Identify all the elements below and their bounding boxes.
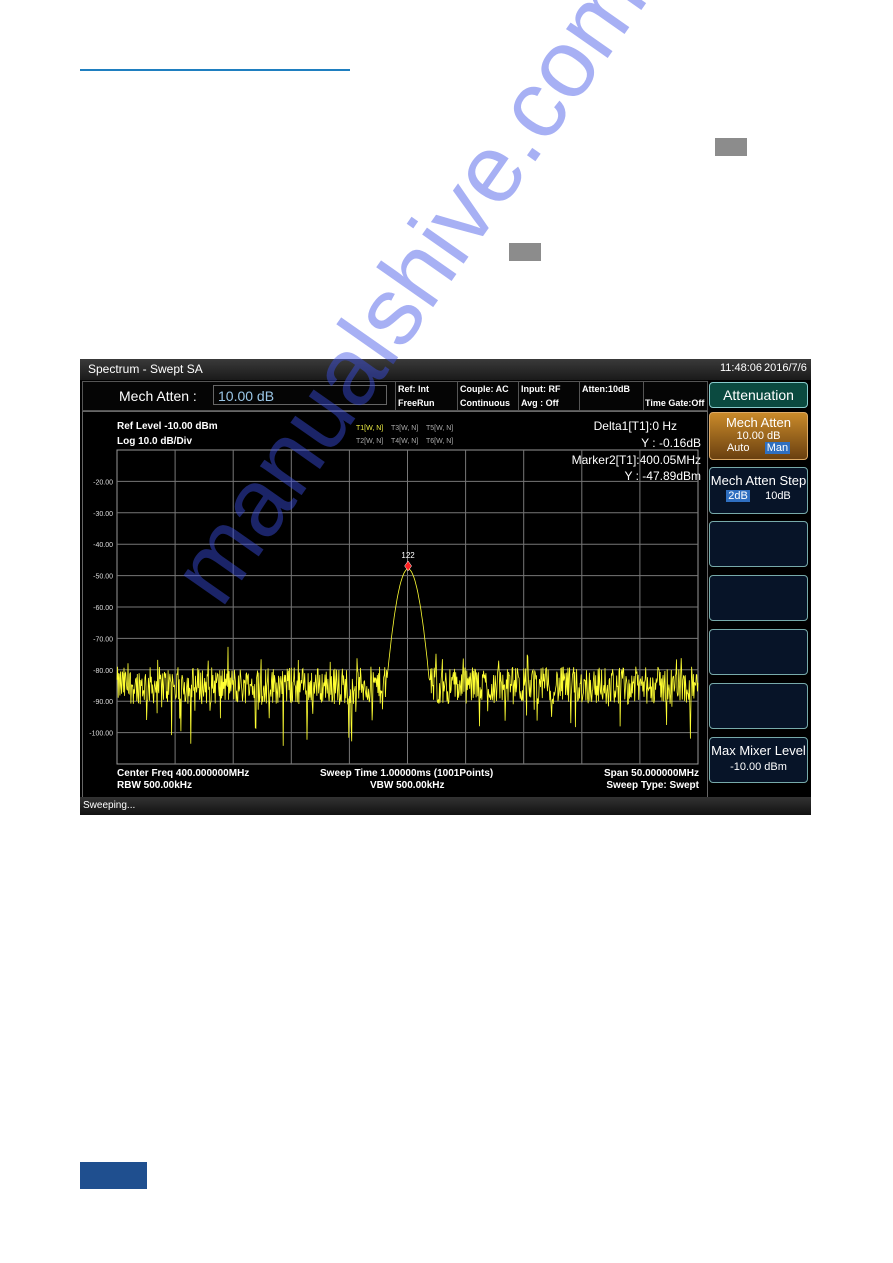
marker-label: 122: [401, 551, 415, 560]
softkey-value: 10.00 dB: [736, 430, 781, 442]
spectrum-plot[interactable]: -20.00 -30.00 -40.00 -50.00 -60.00 -70.00 -80.…: [83, 412, 707, 798]
y-tick-label: -70.00: [93, 636, 113, 643]
softkey-label: Max Mixer Level: [711, 743, 806, 758]
softkey-empty[interactable]: [709, 629, 808, 675]
cell-divider: [518, 382, 519, 410]
manual-page: Spectrum - Swept SA 11:48:06 2016/7/6 Me…: [0, 0, 893, 1263]
y-tick-label: -100.00: [89, 731, 113, 738]
vbw: VBW 500.00kHz: [370, 780, 445, 791]
status-cell: Continuous: [460, 398, 510, 408]
rbw: RBW 500.00kHz: [117, 780, 193, 791]
status-cell: Time Gate:Off: [645, 398, 705, 408]
softkey-empty[interactable]: [709, 683, 808, 729]
mech-atten-softkey[interactable]: Mech Atten 10.00 dB Auto Man: [709, 412, 808, 460]
key-icon: [715, 138, 747, 156]
softkey-label: Mech Atten: [725, 415, 792, 430]
span: Span 50.000000MHz: [603, 768, 699, 779]
max-mixer-level-softkey[interactable]: Max Mixer Level -10.00 dBm: [709, 737, 808, 783]
softkey-menu-title: Attenuation: [709, 382, 808, 408]
y-tick-label: -80.00: [93, 668, 113, 675]
marker-diamond[interactable]: [404, 560, 412, 572]
softkey-empty[interactable]: [709, 521, 808, 567]
page-tab: [80, 1162, 147, 1189]
softkey-label: Mech Atten Step: [710, 473, 807, 488]
option-man[interactable]: Man: [764, 442, 791, 454]
softkey-value: -10.00 dBm: [730, 761, 787, 773]
status-bar: Sweeping...: [80, 797, 811, 815]
option-2db[interactable]: 2dB: [726, 490, 750, 502]
y-tick-label: -30.00: [93, 511, 113, 518]
status-cell: FreeRun: [398, 398, 435, 408]
y-tick-label: -90.00: [93, 699, 113, 706]
cell-divider: [579, 382, 580, 410]
status-cell: Couple: AC: [460, 384, 509, 394]
y-tick-label: -60.00: [93, 605, 113, 612]
sweep-type: Sweep Type: Swept: [606, 780, 699, 791]
plot-panel: Ref Level -10.00 dBm Log 10.0 dB/Div T1[…: [82, 411, 708, 799]
option-auto[interactable]: Auto: [727, 442, 750, 454]
status-cell: Avg : Off: [521, 398, 559, 408]
y-tick-label: -20.00: [93, 479, 113, 486]
status-cell: Input: RF: [521, 384, 561, 394]
cell-divider: [643, 382, 644, 410]
status-text: Sweeping...: [83, 800, 136, 811]
y-tick-label: -50.00: [93, 574, 113, 581]
center-freq: Center Freq 400.000000MHz: [117, 768, 250, 779]
mech-atten-step-softkey[interactable]: Mech Atten Step 2dB 10dB: [709, 467, 808, 514]
input-label: Mech Atten :: [119, 388, 197, 404]
title-bar: Spectrum - Swept SA 11:48:06 2016/7/6: [80, 359, 811, 380]
clock: 11:48:06: [720, 362, 763, 374]
option-10db[interactable]: 10dB: [765, 490, 791, 502]
softkey-empty[interactable]: [709, 575, 808, 621]
section-underline: [80, 69, 350, 71]
window-title: Spectrum - Swept SA: [88, 362, 203, 376]
status-cell: Atten:10dB: [582, 384, 631, 394]
cell-divider: [457, 382, 458, 410]
date: 2016/7/6: [764, 362, 807, 374]
y-tick-label: -40.00: [93, 542, 113, 549]
sweep-time: Sweep Time 1.00000ms (1001Points): [320, 768, 494, 779]
key-icon: [509, 243, 541, 261]
